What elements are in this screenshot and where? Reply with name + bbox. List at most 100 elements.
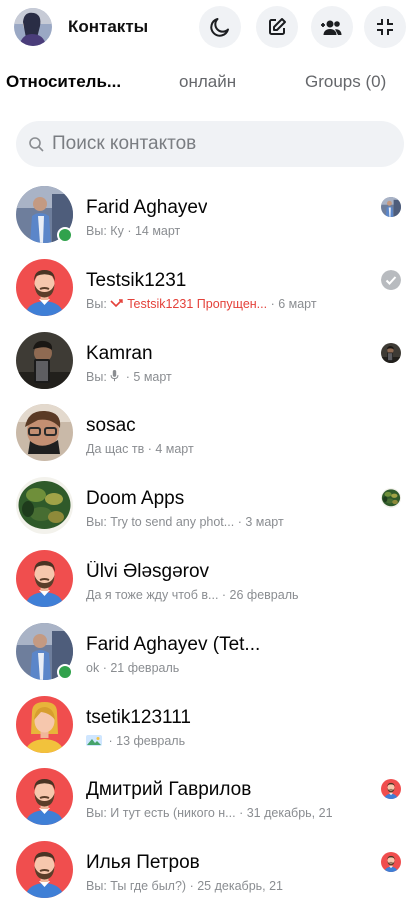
message-date: · 26 февраль — [221, 587, 299, 602]
my-avatar[interactable] — [14, 8, 52, 46]
contact-name: Farid Aghayev — [86, 197, 208, 218]
contact-item[interactable]: sosac Да щас тв · 4 март — [0, 397, 417, 470]
contact-item[interactable]: Илья Петров Вы: Ты где был?) · 25 декабрь… — [0, 834, 417, 907]
microphone-icon — [110, 369, 119, 381]
avatar-image — [16, 695, 73, 753]
tab-groups[interactable]: Groups (0) — [305, 72, 386, 92]
contact-item[interactable]: Farid Aghayev Вы: Ку · 14 март — [0, 179, 417, 252]
avatar-image — [381, 342, 401, 363]
dark-mode-button[interactable] — [199, 6, 241, 48]
message-preview: · 13 февраль — [86, 734, 185, 748]
avatar-image — [16, 404, 73, 462]
contact-avatar — [16, 477, 73, 535]
contact-item[interactable]: Ülvi Ələsgərov Да я тоже жду чтоб в... · … — [0, 543, 417, 616]
collapse-icon — [377, 19, 393, 35]
message-sender-prefix: Вы: — [86, 515, 111, 530]
avatar-image — [16, 768, 73, 826]
online-indicator — [57, 227, 73, 243]
message-sender-prefix: Вы: — [86, 879, 111, 894]
message-preview: Да я тоже жду чтоб в... · 26 февраль — [86, 588, 299, 602]
message-date: · 3 март — [237, 515, 284, 530]
collapse-button[interactable] — [364, 6, 406, 48]
message-preview: Вы: Ты где был?) · 25 декабрь, 21 — [86, 879, 283, 893]
message-preview: ok · 21 февраль — [86, 661, 179, 675]
seen-avatar — [381, 197, 401, 217]
message-sender-prefix: Вы: — [86, 806, 111, 821]
moon-icon — [210, 18, 229, 37]
contact-avatar — [16, 258, 73, 316]
message-text: И тут есть (никого н... — [110, 806, 236, 821]
message-date: · 31 декабрь, 21 — [239, 806, 333, 821]
tabs-bar: Относитель... онлайн Groups (0) — [0, 66, 417, 100]
message-preview: Вы: Testsik1231 Пропущен... · 6 март — [86, 297, 317, 311]
avatar-image — [16, 477, 73, 535]
contact-item[interactable]: Farid Aghayev (Tet... ok · 21 февраль — [0, 616, 417, 689]
message-text: Testsik1231 Пропущен... — [127, 296, 268, 311]
search-box — [16, 121, 404, 167]
contact-avatar — [16, 404, 73, 462]
message-sender-prefix: Вы: — [86, 369, 111, 384]
avatar-image — [16, 841, 73, 899]
message-date: · 14 март — [127, 224, 181, 238]
avatar-image — [16, 331, 73, 389]
message-text: Try to send any phot... — [110, 515, 235, 530]
contact-item[interactable]: Дмитрий Гаврилов Вы: И тут есть (никого н… — [0, 761, 417, 834]
message-preview: Да щас тв · 4 март — [86, 442, 194, 456]
contact-item[interactable]: Testsik1231 Вы: Testsik1231 Пропущен... ·… — [0, 252, 417, 325]
message-preview: Вы: Try to send any phot... · 3 март — [86, 515, 284, 529]
contact-avatar — [16, 695, 73, 753]
contact-avatar — [16, 331, 73, 389]
contact-name: Дмитрий Гаврилов — [86, 779, 252, 801]
message-text: Ку — [110, 224, 124, 238]
tab-relevant[interactable]: Относитель... — [6, 72, 121, 92]
message-date: · 5 март — [125, 369, 172, 384]
message-text: Ты где был?) — [110, 879, 187, 894]
avatar-image — [16, 549, 73, 607]
contact-item[interactable]: Doom Apps Вы: Try to send any phot... · 3… — [0, 470, 417, 543]
contact-avatar — [16, 841, 73, 899]
contact-name: Farid Aghayev (Tet... — [86, 633, 261, 655]
message-text: Да я тоже жду чтоб в... — [86, 587, 219, 602]
avatar-image — [16, 258, 73, 316]
seen-avatar — [381, 342, 401, 363]
contact-name: sosac — [86, 415, 136, 437]
message-date: · 25 декабрь, 21 — [189, 879, 284, 894]
tab-online[interactable]: онлайн — [179, 72, 236, 92]
missed-call-icon — [110, 299, 123, 307]
message-text: ok — [86, 660, 100, 675]
contact-name: Testsik1231 — [86, 269, 187, 291]
contact-name: Doom Apps — [86, 488, 185, 510]
message-sender-prefix: Вы: — [86, 296, 111, 311]
contact-name: Илья Петров — [86, 852, 200, 874]
read-check-icon — [381, 269, 401, 290]
contact-list: Farid Aghayev Вы: Ку · 14 март Testsik1231… — [0, 179, 417, 907]
message-text: Да щас тв — [86, 442, 145, 457]
avatar-image — [381, 779, 401, 800]
compose-button[interactable] — [256, 6, 298, 48]
seen-avatar — [381, 488, 401, 509]
add-people-icon — [321, 20, 342, 35]
contact-item[interactable]: tsetik123111 · 13 февраль — [0, 689, 417, 762]
message-date: · 13 февраль — [108, 733, 186, 748]
avatar-image — [381, 197, 401, 217]
message-preview: Вы: И тут есть (никого н... · 31 декабрь… — [86, 806, 333, 820]
search-icon — [29, 137, 44, 152]
contact-avatar — [16, 549, 73, 607]
contact-avatar — [16, 768, 73, 826]
read-status — [381, 269, 401, 290]
avatar-image — [381, 488, 401, 509]
online-indicator — [57, 663, 73, 680]
header: Контакты — [0, 0, 417, 56]
contact-name: Ülvi Ələsgərov — [86, 560, 210, 582]
page-title: Контакты — [68, 17, 149, 36]
image-icon — [86, 734, 102, 746]
search-input[interactable] — [52, 121, 392, 167]
seen-avatar — [381, 779, 401, 800]
seen-avatar — [381, 852, 401, 873]
compose-icon — [269, 18, 286, 35]
contact-item[interactable]: Kamran Вы: · 5 март — [0, 325, 417, 398]
add-contact-button[interactable] — [311, 6, 353, 48]
message-preview: Вы: Ку · 14 март — [86, 224, 180, 238]
message-preview: Вы: · 5 март — [86, 369, 172, 384]
contact-name: tsetik123111 — [86, 706, 191, 728]
